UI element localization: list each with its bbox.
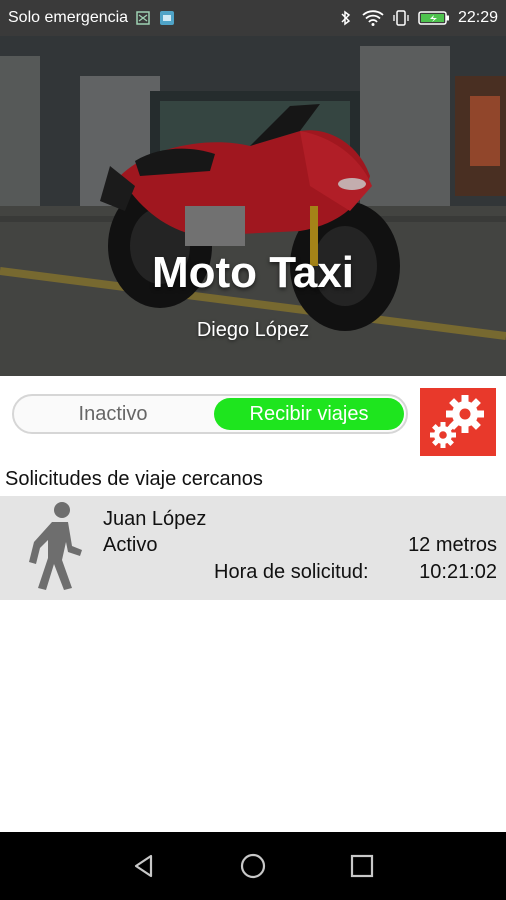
bluetooth-icon [341, 10, 351, 26]
list-item[interactable]: Juan López Activo 12 metros Hora de soli… [0, 496, 506, 600]
carrier-text: Solo emergencia [8, 9, 129, 26]
clock: 22:29 [457, 9, 498, 26]
request-time-label: Hora de solicitud: [214, 561, 369, 583]
status-bar: Solo emergencia 22:29 [0, 0, 506, 36]
gear-icon [430, 395, 484, 448]
recents-button[interactable] [347, 851, 377, 881]
toggle-inactive-label[interactable]: Inactivo [14, 403, 212, 426]
back-button[interactable] [129, 851, 159, 881]
header-banner: Moto Taxi Diego López [0, 36, 506, 376]
driver-name: Diego López [196, 319, 310, 341]
walking-person-icon [29, 502, 82, 590]
requests-section-title: Solicitudes de viaje cercanos [5, 468, 263, 490]
status-right: 22:29 [336, 9, 498, 27]
availability-toggle[interactable]: Inactivo Recibir viajes [12, 394, 408, 434]
navigation-bar [0, 832, 506, 900]
distance-value: 12 metros [408, 534, 497, 556]
battery-icon [418, 11, 449, 25]
status-left: Solo emergencia [8, 9, 176, 27]
request-time-value: 10:21:02 [419, 561, 497, 583]
home-button[interactable] [238, 851, 268, 881]
screenshot-icon [160, 11, 175, 25]
vibrate-icon [393, 10, 409, 26]
home-icon [240, 853, 266, 879]
toggle-active-label[interactable]: Recibir viajes [214, 398, 404, 430]
wifi-icon [362, 10, 384, 26]
back-icon [135, 854, 153, 878]
sim-icon [136, 11, 150, 25]
passenger-status: Activo [103, 534, 158, 556]
passenger-name: Juan López [103, 508, 207, 530]
recents-icon [350, 854, 373, 878]
settings-button[interactable] [420, 388, 496, 456]
app-title: Moto Taxi [151, 248, 355, 297]
